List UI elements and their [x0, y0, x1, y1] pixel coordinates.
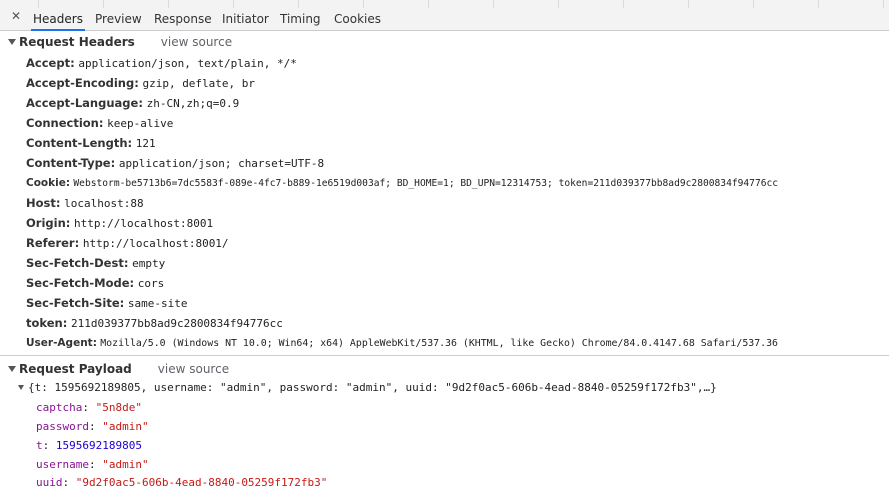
header-name: Sec-Fetch-Mode:	[26, 276, 135, 290]
header-row: Accept-Encoding: gzip, deflate, br	[26, 73, 255, 93]
header-value: http://localhost:8001	[74, 217, 214, 230]
header-name: Accept:	[26, 56, 75, 70]
payload-property: captcha: "5n8de"	[36, 398, 142, 418]
request-payload-title: Request Payload	[19, 362, 132, 376]
property-key: t	[36, 439, 43, 452]
header-value: keep-alive	[107, 117, 174, 130]
header-value: 211d039377bb8ad9c2800834f94776cc	[70, 317, 283, 330]
header-name: Sec-Fetch-Dest:	[26, 256, 129, 270]
payload-property: username: "admin"	[36, 455, 149, 475]
network-detail-tabbar: ✕ Headers Preview Response Initiator Tim…	[0, 0, 889, 31]
header-value: cors	[137, 277, 165, 290]
tab-response[interactable]: Response	[152, 8, 214, 30]
tab-preview[interactable]: Preview	[93, 8, 144, 30]
header-value: 121	[135, 137, 156, 150]
header-name: Sec-Fetch-Site:	[26, 296, 125, 310]
header-value: localhost:88	[64, 197, 144, 210]
tab-timing[interactable]: Timing	[278, 8, 323, 30]
request-payload-header[interactable]: Request Payload view source	[8, 360, 229, 378]
header-row: Sec-Fetch-Site: same-site	[26, 293, 188, 313]
header-row: token: 211d039377bb8ad9c2800834f94776cc	[26, 313, 283, 333]
header-value: gzip, deflate, br	[142, 77, 256, 90]
tab-headers[interactable]: Headers	[31, 8, 85, 31]
header-row: Accept-Language: zh-CN,zh;q=0.9	[26, 93, 239, 113]
tab-initiator[interactable]: Initiator	[220, 8, 271, 30]
header-name: Origin:	[26, 216, 71, 230]
property-key: password	[36, 420, 89, 433]
header-row: Content-Length: 121	[26, 133, 156, 153]
header-name: Connection:	[26, 116, 104, 130]
request-headers-header[interactable]: Request Headers view source	[8, 33, 232, 51]
property-key: captcha	[36, 401, 83, 414]
header-row: Cookie: Webstorm-be5713b6=7dc5583f-089e-…	[26, 173, 778, 193]
property-value: "9d2f0ac5-606b-4ead-8840-05259f172fb3"	[75, 476, 328, 489]
header-name: Accept-Language:	[26, 96, 143, 110]
header-name: token:	[26, 316, 68, 330]
header-row: Sec-Fetch-Mode: cors	[26, 273, 164, 293]
header-name: Content-Length:	[26, 136, 133, 150]
property-key: uuid	[36, 476, 63, 489]
payload-property: t: 1595692189805	[36, 436, 142, 456]
property-key: username	[36, 458, 89, 471]
header-value: application/json, text/plain, */*	[78, 57, 297, 70]
header-value: Webstorm-be5713b6=7dc5583f-089e-4fc7-b88…	[73, 178, 779, 189]
property-separator: :	[88, 420, 103, 433]
payload-object-summary[interactable]: {t: 1595692189805, username: "admin", pa…	[18, 378, 717, 398]
property-value: 1595692189805	[55, 439, 142, 452]
payload-property: uuid: "9d2f0ac5-606b-4ead-8840-05259f172…	[36, 473, 327, 493]
section-divider	[0, 355, 889, 356]
header-name: User-Agent:	[26, 337, 97, 349]
header-value: http://localhost:8001/	[82, 237, 229, 250]
header-name: Cookie:	[26, 177, 71, 189]
header-row: Connection: keep-alive	[26, 113, 173, 133]
header-row: Content-Type: application/json; charset=…	[26, 153, 324, 173]
view-source-link[interactable]: view source	[161, 35, 232, 49]
header-row: User-Agent: Mozilla/5.0 (Windows NT 10.0…	[26, 333, 778, 353]
close-icon[interactable]: ✕	[9, 9, 23, 23]
header-value: application/json; charset=UTF-8	[118, 157, 325, 170]
header-value: zh-CN,zh;q=0.9	[146, 97, 240, 110]
header-row: Origin: http://localhost:8001	[26, 213, 213, 233]
header-name: Referer:	[26, 236, 80, 250]
property-value: "admin"	[102, 458, 149, 471]
header-name: Host:	[26, 196, 61, 210]
payload-summary-text: {t: 1595692189805, username: "admin", pa…	[28, 381, 717, 394]
expand-triangle-icon[interactable]	[8, 38, 16, 45]
property-value: "5n8de"	[95, 401, 142, 414]
header-row: Host: localhost:88	[26, 193, 144, 213]
waterfall-gridlines	[0, 0, 889, 8]
expand-triangle-icon[interactable]	[8, 365, 16, 372]
property-value: "admin"	[102, 420, 149, 433]
property-separator: :	[82, 401, 96, 414]
view-source-link[interactable]: view source	[158, 362, 229, 376]
request-headers-title: Request Headers	[19, 35, 135, 49]
property-separator: :	[62, 476, 76, 489]
header-row: Accept: application/json, text/plain, */…	[26, 53, 297, 73]
payload-property: password: "admin"	[36, 417, 149, 437]
tab-cookies[interactable]: Cookies	[332, 8, 383, 30]
property-separator: :	[42, 439, 56, 452]
header-name: Content-Type:	[26, 156, 116, 170]
header-value: same-site	[127, 297, 188, 310]
header-row: Referer: http://localhost:8001/	[26, 233, 229, 253]
header-value: empty	[132, 257, 166, 270]
property-separator: :	[88, 458, 103, 471]
header-value: Mozilla/5.0 (Windows NT 10.0; Win64; x64…	[100, 338, 778, 349]
header-row: Sec-Fetch-Dest: empty	[26, 253, 165, 273]
header-name: Accept-Encoding:	[26, 76, 139, 90]
expand-triangle-icon[interactable]	[18, 384, 24, 390]
